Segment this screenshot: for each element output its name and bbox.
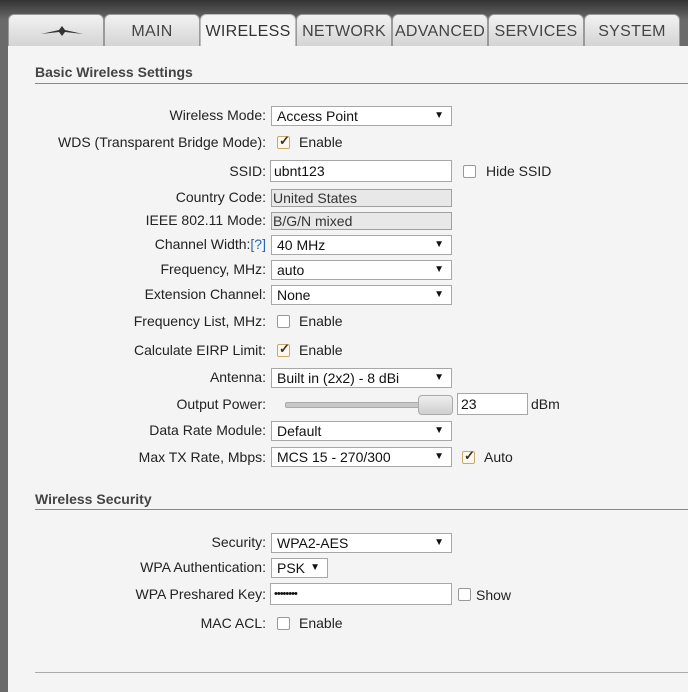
ssid-label: SSID: [229, 163, 266, 179]
hide-ssid-checkbox[interactable] [463, 165, 476, 178]
psk-show-label: Show [476, 587, 512, 603]
data-rate-value: Default [277, 423, 322, 439]
tab-main[interactable]: MAIN [104, 14, 200, 46]
channel-width-value: 40 MHz [277, 237, 326, 253]
ieee-mode-label: IEEE 802.11 Mode: [145, 212, 266, 228]
frequency-list-label: Frequency List, MHz: [133, 313, 266, 329]
data-rate-select[interactable]: Default ▼ [271, 421, 452, 441]
psk-label: WPA Preshared Key: [135, 586, 266, 602]
wireless-mode-value: Access Point [277, 108, 358, 124]
channel-width-select[interactable]: 40 MHz ▼ [271, 235, 452, 255]
frequency-select[interactable]: auto ▼ [271, 260, 452, 280]
chevron-down-icon: ▼ [434, 239, 444, 250]
extension-channel-label: Extension Channel: [144, 286, 266, 302]
mac-acl-enable-label: Enable [299, 615, 343, 631]
chevron-down-icon: ▼ [434, 264, 444, 275]
frequency-label: Frequency, MHz: [160, 261, 266, 277]
mac-acl-checkbox[interactable] [277, 617, 290, 630]
section-title-security: Wireless Security [35, 491, 152, 507]
chevron-down-icon: ▼ [434, 372, 444, 383]
ssid-input[interactable]: ubnt123 [270, 160, 452, 182]
eirp-enable-label: Enable [299, 342, 343, 358]
bottom-divider [35, 672, 688, 673]
frequency-value: auto [277, 262, 305, 278]
security-value: WPA2-AES [277, 535, 349, 551]
wireless-mode-select[interactable]: Access Point ▼ [271, 106, 452, 126]
checkmark-icon: ✓ [279, 133, 290, 148]
channel-width-label-text: Channel Width: [154, 236, 251, 252]
section-divider [35, 509, 688, 510]
wpa-auth-value: PSK [277, 560, 306, 576]
hide-ssid-label: Hide SSID [486, 163, 552, 179]
wds-checkbox[interactable]: ✓ [277, 133, 290, 149]
antenna-value: Built in (2x2) - 8 dBi [277, 370, 400, 386]
frequency-list-enable-label: Enable [299, 313, 343, 329]
eirp-checkbox[interactable]: ✓ [277, 341, 290, 357]
output-power-label: Output Power: [176, 396, 267, 412]
chevron-down-icon: ▼ [434, 537, 444, 548]
chevron-down-icon: ▼ [434, 289, 444, 300]
security-label: Security: [211, 534, 266, 550]
wpa-auth-select[interactable]: PSK ▼ [271, 558, 328, 578]
ieee-mode-field: B/G/N mixed [271, 212, 452, 230]
checkmark-icon: ✓ [464, 448, 475, 463]
wds-enable-label: Enable [299, 134, 343, 150]
tab-logo[interactable] [8, 14, 104, 46]
tab-wireless[interactable]: WIRELESS [200, 14, 296, 47]
psk-input[interactable]: •••••••• [270, 583, 452, 605]
max-tx-rate-label: Max TX Rate, Mbps: [138, 449, 266, 465]
section-title-basic: Basic Wireless Settings [35, 64, 193, 80]
wpa-auth-label: WPA Authentication: [140, 559, 266, 575]
frequency-list-checkbox[interactable] [277, 315, 290, 328]
output-power-input[interactable]: 23 [457, 393, 528, 415]
chevron-down-icon: ▼ [434, 425, 444, 436]
chevron-down-icon: ▼ [310, 562, 320, 573]
section-divider [35, 83, 688, 84]
security-select[interactable]: WPA2-AES ▼ [271, 533, 452, 553]
antenna-label: Antenna: [209, 369, 266, 385]
tab-system[interactable]: SYSTEM [584, 14, 680, 46]
data-rate-label: Data Rate Module: [149, 422, 266, 438]
tab-advanced[interactable]: ADVANCED [392, 14, 488, 46]
wds-label: WDS (Transparent Bridge Mode): [58, 134, 266, 150]
wireless-mode-label: Wireless Mode: [169, 107, 266, 123]
chevron-down-icon: ▼ [434, 451, 444, 462]
mac-acl-label: MAC ACL: [200, 615, 266, 631]
max-tx-rate-select[interactable]: MCS 15 - 270/300 ▼ [271, 447, 452, 467]
max-tx-rate-value: MCS 15 - 270/300 [277, 449, 391, 465]
ubiquiti-logo-icon [41, 26, 83, 36]
max-tx-auto-checkbox[interactable]: ✓ [462, 448, 475, 464]
tab-network[interactable]: NETWORK [296, 14, 392, 46]
output-power-unit: dBm [531, 396, 560, 412]
output-power-slider-handle[interactable] [418, 395, 453, 415]
max-tx-auto-label: Auto [484, 449, 513, 465]
channel-width-label: Channel Width:[?] [155, 236, 266, 252]
chevron-down-icon: ▼ [434, 110, 444, 121]
channel-width-help-link[interactable]: [?] [250, 236, 266, 252]
checkmark-icon: ✓ [279, 341, 290, 356]
output-power-slider-track[interactable] [285, 402, 432, 408]
extension-channel-value: None [277, 287, 311, 303]
tab-services[interactable]: SERVICES [488, 14, 584, 46]
country-code-field: United States [271, 189, 452, 207]
extension-channel-select[interactable]: None ▼ [271, 285, 452, 305]
antenna-select[interactable]: Built in (2x2) - 8 dBi ▼ [271, 368, 452, 388]
psk-show-checkbox[interactable] [458, 588, 471, 601]
eirp-label: Calculate EIRP Limit: [133, 342, 266, 358]
country-code-label: Country Code: [175, 189, 266, 205]
